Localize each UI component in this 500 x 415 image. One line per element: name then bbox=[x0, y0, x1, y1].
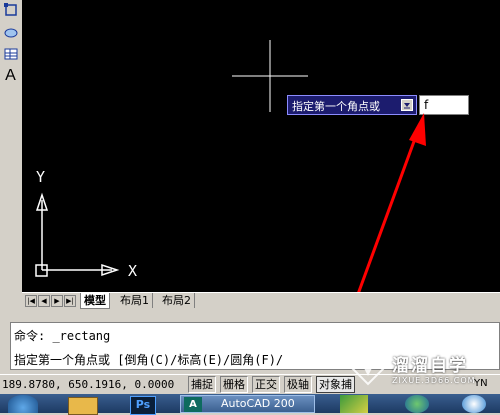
watermark: 溜溜自学 ZIXUE.3D66.COM bbox=[350, 345, 495, 390]
tab-layout1[interactable]: 布局1 bbox=[117, 293, 153, 308]
ortho-toggle[interactable]: 正交 bbox=[252, 376, 280, 393]
taskbar: Ps A AutoCAD 200 bbox=[0, 394, 500, 415]
ucs-x-label: X bbox=[128, 262, 138, 280]
watermark-name: 溜溜自学 bbox=[392, 355, 468, 376]
autocad-task-button[interactable]: A AutoCAD 200 bbox=[180, 395, 315, 413]
photoshop-icon[interactable]: Ps bbox=[130, 396, 156, 415]
tab-layout2[interactable]: 布局2 bbox=[159, 293, 195, 308]
app-icon[interactable] bbox=[340, 395, 368, 413]
start-orb-icon[interactable] bbox=[8, 395, 38, 413]
rectangle-tool-icon[interactable] bbox=[2, 1, 19, 18]
folder-icon[interactable] bbox=[68, 397, 98, 415]
ucs-y-label: Y bbox=[36, 168, 46, 186]
watermark-logo-icon bbox=[350, 350, 386, 385]
autocad-icon: A bbox=[184, 397, 202, 412]
grid-toggle[interactable]: 栅格 bbox=[220, 376, 248, 393]
autocad-task-label: AutoCAD 200 bbox=[221, 397, 295, 410]
snap-toggle[interactable]: 捕捉 bbox=[188, 376, 216, 393]
last-tab-button[interactable]: ▶| bbox=[64, 295, 76, 307]
draw-toolbar: A bbox=[0, 0, 23, 292]
layout-tabs-bar: |◀ ◀ ▶ ▶| 模型 布局1 布局2 bbox=[22, 292, 500, 309]
coordinate-readout: 189.8780, 650.1916, 0.0000 bbox=[2, 378, 175, 391]
app2-icon[interactable] bbox=[462, 395, 486, 413]
tab-model[interactable]: 模型 bbox=[80, 293, 110, 309]
polar-toggle[interactable]: 极轴 bbox=[284, 376, 312, 393]
table-icon[interactable] bbox=[2, 45, 19, 62]
region-icon[interactable] bbox=[2, 23, 19, 40]
prev-tab-button[interactable]: ◀ bbox=[38, 295, 50, 307]
text-icon[interactable]: A bbox=[2, 67, 19, 84]
watermark-url: ZIXUE.3D66.COM bbox=[392, 375, 476, 385]
next-tab-button[interactable]: ▶ bbox=[51, 295, 63, 307]
first-tab-button[interactable]: |◀ bbox=[25, 295, 37, 307]
command-prompt-line: 指定第一个角点或 [倒角(C)/标高(E)/圆角(F)/ bbox=[14, 353, 284, 367]
command-history-line: 命令: _rectang bbox=[14, 329, 111, 343]
drawing-canvas[interactable]: 指定第一个角点或 f Y X bbox=[22, 0, 500, 292]
browser-icon[interactable] bbox=[405, 395, 429, 413]
